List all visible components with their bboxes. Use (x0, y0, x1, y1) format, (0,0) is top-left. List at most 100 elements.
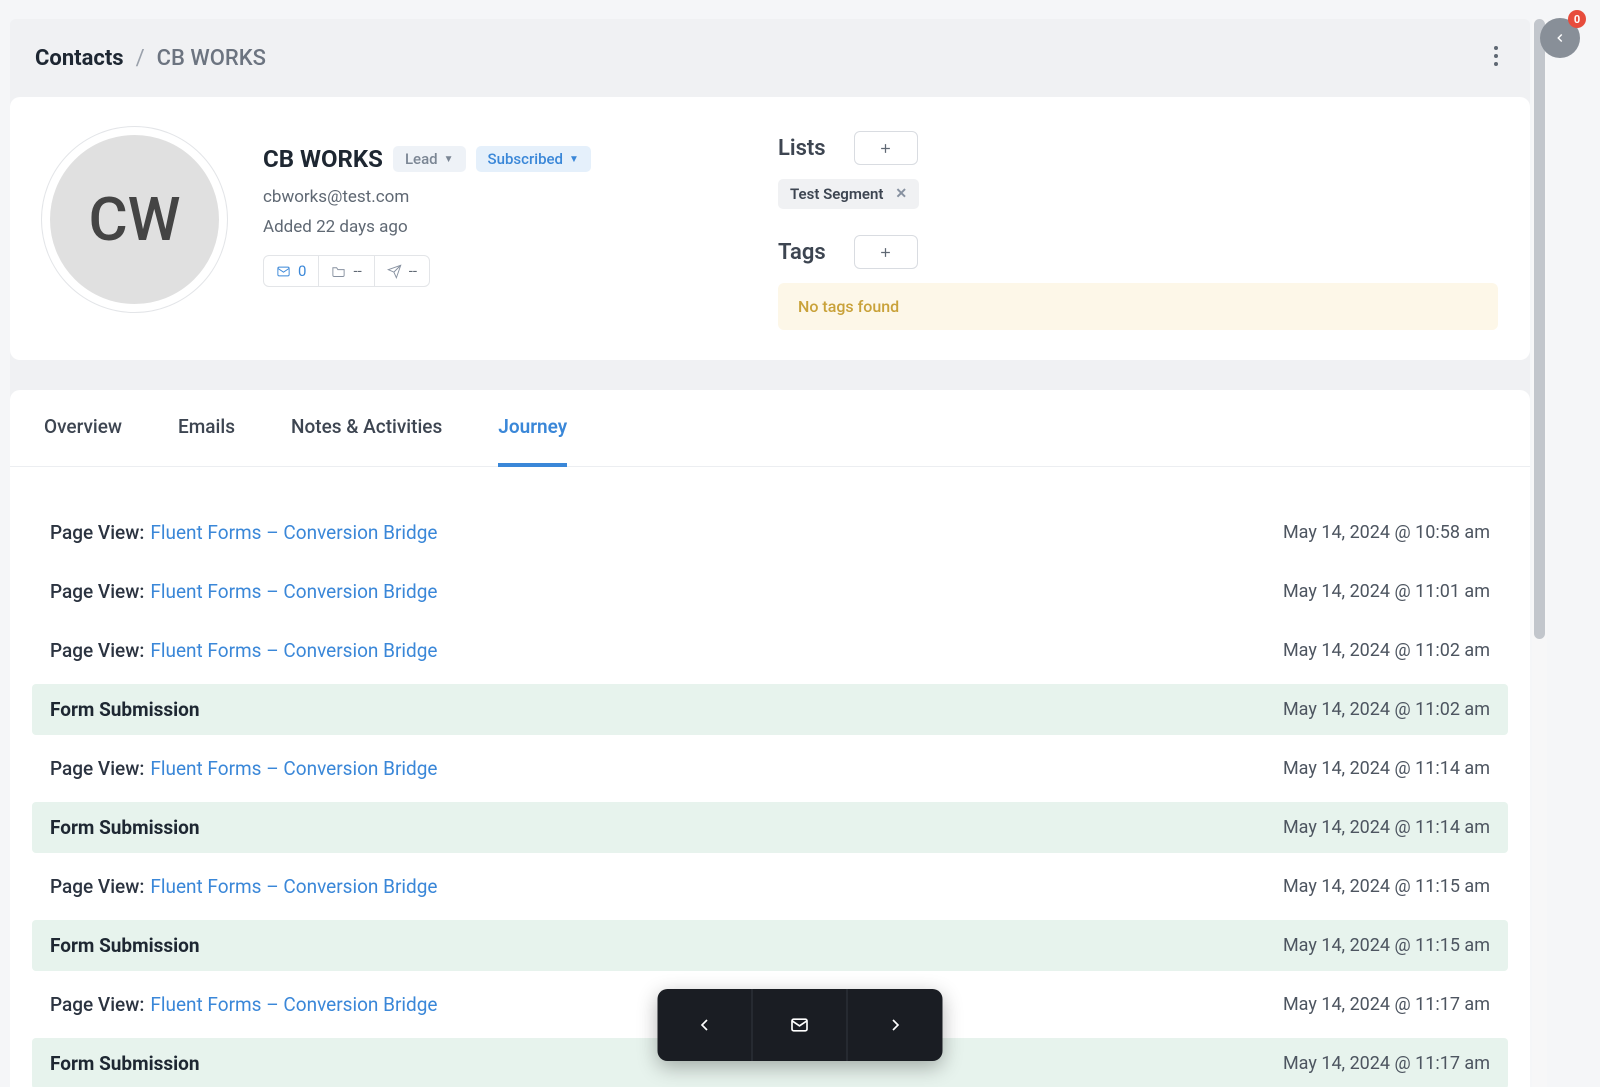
envelope-icon (276, 264, 291, 279)
journey-form-title: Form Submission (50, 816, 200, 839)
plus-icon (878, 245, 893, 260)
journey-page-row: Page View: Fluent Forms – Conversion Bri… (32, 861, 1508, 912)
chevron-right-icon (885, 1015, 905, 1035)
journey-form-row: Form Submission May 14, 2024 @ 11:15 am (32, 920, 1508, 971)
stat-sends-value: -- (409, 262, 417, 280)
journey-page-row: Page View: Fluent Forms – Conversion Bri… (32, 743, 1508, 794)
page-container: Contacts / CB WORKS CW CB WORKS Lead ▼ S… (10, 19, 1530, 1087)
journey-row-left: Page View: Fluent Forms – Conversion Bri… (50, 521, 438, 544)
journey-time: May 14, 2024 @ 11:02 am (1283, 699, 1490, 720)
avatar: CW (42, 127, 227, 312)
stat-folders-value: -- (353, 262, 361, 280)
nav-email-button[interactable] (753, 989, 848, 1061)
journey-time: May 14, 2024 @ 11:15 am (1283, 876, 1490, 897)
journey-page-row: Page View: Fluent Forms – Conversion Bri… (32, 625, 1508, 676)
breadcrumb-separator: / (136, 46, 145, 71)
journey-row-left: Page View: Fluent Forms – Conversion Bri… (50, 993, 438, 1016)
tab-overview[interactable]: Overview (44, 390, 122, 467)
lists-tags-column: Lists Test Segment ✕ Tags (778, 127, 1498, 330)
stat-folders[interactable]: -- (319, 256, 374, 286)
journey-time: May 14, 2024 @ 10:58 am (1283, 522, 1490, 543)
journey-page-link[interactable]: Fluent Forms – Conversion Bridge (150, 639, 437, 662)
breadcrumb-bar: Contacts / CB WORKS (10, 19, 1530, 97)
journey-time: May 14, 2024 @ 11:17 am (1283, 1053, 1490, 1074)
add-list-button[interactable] (854, 131, 918, 165)
list-chip: Test Segment ✕ (778, 179, 919, 209)
float-nav (658, 989, 943, 1061)
plus-icon (878, 141, 893, 156)
journey-row-left: Page View: Fluent Forms – Conversion Bri… (50, 757, 438, 780)
nav-next-button[interactable] (848, 989, 943, 1061)
contact-name: CB WORKS (263, 145, 383, 173)
tags-header: Tags (778, 235, 1498, 269)
chevron-left-icon (1553, 31, 1567, 45)
name-row: CB WORKS Lead ▼ Subscribed ▼ (263, 145, 591, 173)
caret-down-icon: ▼ (569, 154, 579, 165)
stat-emails-value: 0 (298, 262, 306, 280)
journey-form-row: Form SubmissionMay 14, 2024 @ 11:14 am (32, 802, 1508, 853)
envelope-icon (790, 1015, 810, 1035)
journey-prefix: Page View: (50, 993, 144, 1016)
journey-prefix: Page View: (50, 521, 144, 544)
journey-row-left: Form Submission (50, 698, 200, 721)
breadcrumb: Contacts / CB WORKS (35, 46, 266, 71)
journey-prefix: Page View: (50, 639, 144, 662)
journey-time: May 14, 2024 @ 11:15 am (1283, 935, 1490, 956)
tabs-card: OverviewEmailsNotes & ActivitiesJourney … (10, 390, 1530, 1087)
tab-journey[interactable]: Journey (498, 390, 567, 467)
lists-chip-row: Test Segment ✕ (778, 179, 1498, 209)
journey-row-left: Form Submission (50, 1052, 200, 1075)
journey-prefix: Page View: (50, 875, 144, 898)
journey-page-link[interactable]: Fluent Forms – Conversion Bridge (150, 757, 437, 780)
journey-page-link[interactable]: Fluent Forms – Conversion Bridge (150, 993, 437, 1016)
journey-time: May 14, 2024 @ 11:01 am (1283, 581, 1490, 602)
journey-page-link[interactable]: Fluent Forms – Conversion Bridge (150, 521, 437, 544)
contact-email: cbworks@test.com (263, 187, 591, 207)
list-chip-label: Test Segment (790, 185, 883, 203)
send-icon (387, 264, 402, 279)
stat-emails[interactable]: 0 (264, 256, 319, 286)
journey-form-row: Form Submission May 14, 2024 @ 11:02 am (32, 684, 1508, 735)
journey-page-link[interactable]: Fluent Forms – Conversion Bridge (150, 580, 437, 603)
tab-emails[interactable]: Emails (178, 390, 235, 467)
lists-title: Lists (778, 136, 826, 161)
tags-section: Tags No tags found (778, 235, 1498, 330)
dots-vertical-icon (1493, 45, 1499, 67)
nav-prev-button[interactable] (658, 989, 753, 1061)
tags-title: Tags (778, 240, 826, 265)
scrollbar-thumb[interactable] (1534, 19, 1545, 639)
journey-time: May 14, 2024 @ 11:17 am (1283, 994, 1490, 1015)
stat-row: 0 -- -- (263, 255, 430, 287)
profile-card: CW CB WORKS Lead ▼ Subscribed ▼ cbworks@… (10, 97, 1530, 360)
subscription-label: Subscribed (488, 150, 563, 168)
lists-header: Lists (778, 131, 1498, 165)
tab-notes-activities[interactable]: Notes & Activities (291, 390, 442, 467)
profile-main: CB WORKS Lead ▼ Subscribed ▼ cbworks@tes… (263, 127, 591, 330)
journey-row-left: Page View: Fluent Forms – Conversion Bri… (50, 580, 438, 603)
journey-time: May 14, 2024 @ 11:02 am (1283, 640, 1490, 661)
breadcrumb-current: CB WORKS (157, 46, 266, 71)
journey-form-title: Form Submission (50, 1052, 200, 1075)
journey-page-row: Page View: Fluent Forms – Conversion Bri… (32, 507, 1508, 558)
add-tag-button[interactable] (854, 235, 918, 269)
lists-section: Lists Test Segment ✕ (778, 131, 1498, 209)
journey-row-left: Page View: Fluent Forms – Conversion Bri… (50, 875, 438, 898)
status-dropdown[interactable]: Lead ▼ (393, 146, 466, 172)
scrollbar-rail[interactable] (1532, 19, 1547, 1087)
breadcrumb-root-link[interactable]: Contacts (35, 46, 124, 71)
contact-added: Added 22 days ago (263, 217, 591, 237)
journey-form-title: Form Submission (50, 934, 200, 957)
journey-row-left: Form Submission (50, 816, 200, 839)
folder-icon (331, 264, 346, 279)
subscription-dropdown[interactable]: Subscribed ▼ (476, 146, 591, 172)
more-actions-button[interactable] (1487, 39, 1505, 77)
journey-page-link[interactable]: Fluent Forms – Conversion Bridge (150, 875, 437, 898)
journey-page-row: Page View: Fluent Forms – Conversion Bri… (32, 566, 1508, 617)
stat-sends[interactable]: -- (375, 256, 429, 286)
journey-prefix: Page View: (50, 580, 144, 603)
caret-down-icon: ▼ (444, 154, 454, 165)
status-label: Lead (405, 150, 438, 168)
tabs-row: Overview Emails Notes & Activities Journey (10, 390, 1530, 467)
remove-list-chip[interactable]: ✕ (895, 186, 907, 202)
journey-time: May 14, 2024 @ 11:14 am (1283, 758, 1490, 779)
